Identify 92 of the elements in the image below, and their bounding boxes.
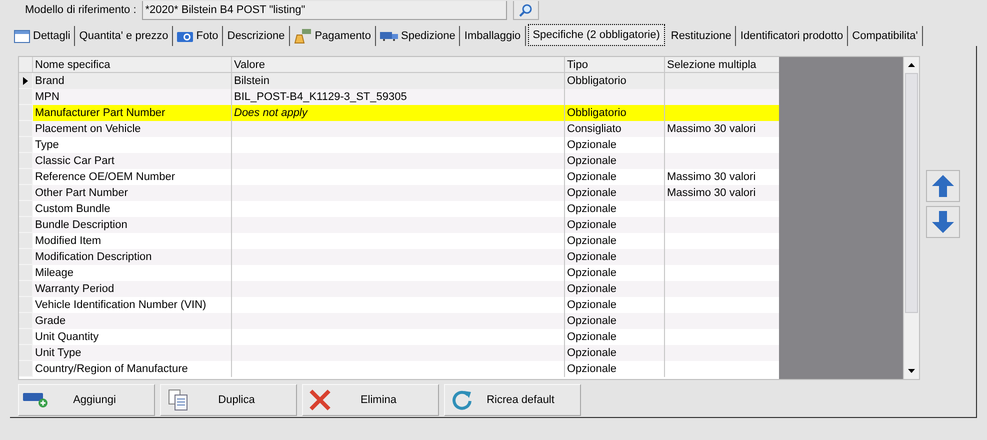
up-arrow-icon	[931, 174, 955, 198]
value-cell: BIL_POST-B4_K1129-3_ST_59305	[234, 91, 407, 103]
delete-icon	[308, 388, 332, 412]
name-cell: Other Part Number	[35, 187, 128, 199]
action-button[interactable]: Elimina	[302, 384, 439, 416]
multi-select-cell: Massimo 30 valori	[667, 171, 756, 183]
type-cell: Obbligatorio	[567, 107, 626, 119]
name-cell: Unit Quantity	[35, 331, 99, 343]
scroll-thumb[interactable]	[905, 73, 918, 313]
table-row[interactable]: Modification Description Opzionale	[19, 249, 779, 265]
copy-icon	[168, 389, 188, 411]
money-bag-icon	[294, 28, 312, 44]
scrollbar[interactable]	[903, 57, 919, 379]
column-header[interactable]: Tipo	[565, 57, 665, 72]
type-cell: Opzionale	[567, 283, 617, 295]
name-cell: Warranty Period	[35, 283, 114, 295]
tab[interactable]: Specifiche (2 obbligatorie)	[528, 24, 665, 46]
type-cell: Opzionale	[567, 203, 617, 215]
type-cell: Opzionale	[567, 331, 617, 343]
tab[interactable]: Compatibilita'	[848, 26, 923, 46]
multi-select-cell: Massimo 30 valori	[667, 187, 756, 199]
refresh-icon	[451, 389, 473, 411]
column-header[interactable]: Selezione multipla	[665, 57, 779, 72]
tab[interactable]: Restituzione	[666, 26, 736, 46]
action-button[interactable]: Ricrea default	[444, 384, 581, 416]
name-cell: Modification Description	[35, 251, 152, 263]
table-row[interactable]: Bundle Description Opzionale	[19, 217, 779, 233]
type-cell: Opzionale	[567, 363, 617, 375]
type-cell: Opzionale	[567, 299, 617, 311]
type-cell: Opzionale	[567, 155, 617, 167]
name-cell: Bundle Description	[35, 219, 128, 231]
type-cell: Consigliato	[567, 123, 622, 135]
type-cell: Opzionale	[567, 187, 617, 199]
table-row[interactable]: Classic Car Part Opzionale	[19, 153, 779, 169]
table-row[interactable]: Manufacturer Part Number Does not apply Obbligatorio	[19, 105, 779, 121]
tab[interactable]: Imballaggio	[460, 26, 526, 46]
type-cell: Obbligatorio	[567, 75, 626, 87]
action-button[interactable]: Duplica	[160, 384, 297, 416]
tab[interactable]: Spedizione	[376, 26, 460, 46]
window-icon	[14, 30, 30, 42]
camera-icon	[177, 30, 194, 42]
move-down-button[interactable]	[926, 206, 960, 238]
down-arrow-icon	[931, 210, 955, 234]
name-cell: Mileage	[35, 267, 74, 279]
name-cell: Custom Bundle	[35, 203, 110, 215]
type-cell: Opzionale	[567, 251, 617, 263]
add-icon	[23, 392, 49, 408]
table-row[interactable]: MPN BIL_POST-B4_K1129-3_ST_59305	[19, 89, 779, 105]
tab[interactable]: Descrizione	[223, 26, 290, 46]
name-cell: Placement on Vehicle	[35, 123, 141, 135]
type-cell: Opzionale	[567, 235, 617, 247]
row-pointer-icon	[23, 76, 28, 84]
table-row[interactable]: Grade Opzionale	[19, 313, 779, 329]
name-cell: Modified Item	[35, 235, 102, 247]
type-cell: Opzionale	[567, 315, 617, 327]
name-cell: Vehicle Identification Number (VIN)	[35, 299, 206, 311]
table-row[interactable]: Other Part Number Opzionale Massimo 30 valori	[19, 185, 779, 201]
name-cell: MPN	[35, 91, 60, 103]
table-row[interactable]: Warranty Period Opzionale	[19, 281, 779, 297]
search-icon	[519, 2, 534, 16]
name-cell: Manufacturer Part Number	[35, 107, 166, 119]
tab[interactable]: Quantita' e prezzo	[75, 26, 174, 46]
move-up-button[interactable]	[926, 170, 960, 202]
type-cell: Opzionale	[567, 171, 617, 183]
truck-icon	[380, 31, 398, 41]
multi-select-cell: Massimo 30 valori	[667, 123, 756, 135]
column-header[interactable]: Nome specifica	[33, 57, 232, 72]
name-cell: Type	[35, 139, 59, 151]
name-cell: Grade	[35, 315, 66, 327]
table-row[interactable]: Placement on Vehicle Consigliato Massimo 30 valori	[19, 121, 779, 137]
tab[interactable]: Dettagli	[10, 26, 76, 46]
tab[interactable]: Identificatori prodotto	[736, 26, 848, 46]
reference-field[interactable]: *2020* Bilstein B4 POST "listing"	[142, 0, 508, 20]
tab[interactable]: Foto	[173, 26, 224, 46]
value-cell: Bilstein	[234, 75, 270, 87]
name-cell: Classic Car Part	[35, 155, 114, 167]
type-cell: Opzionale	[567, 219, 617, 231]
table-row[interactable]: Brand Bilstein Obbligatorio	[19, 73, 779, 89]
search-button[interactable]	[513, 0, 540, 20]
type-cell: Opzionale	[567, 267, 617, 279]
name-cell: Country/Region of Manufacture	[35, 363, 188, 375]
type-cell: Opzionale	[567, 139, 617, 151]
tab[interactable]: Pagamento	[290, 26, 376, 46]
name-cell: Brand	[35, 75, 64, 87]
name-cell: Reference OE/OEM Number	[35, 171, 175, 183]
name-cell: Unit Type	[35, 347, 82, 359]
column-header[interactable]: Valore	[232, 57, 565, 72]
value-cell: Does not apply	[234, 107, 308, 119]
table-row[interactable]: Unit Type Opzionale	[19, 345, 779, 361]
reference-label: Modello di riferimento :	[25, 2, 136, 18]
action-button[interactable]: Aggiungi	[18, 384, 155, 416]
type-cell: Opzionale	[567, 347, 617, 359]
